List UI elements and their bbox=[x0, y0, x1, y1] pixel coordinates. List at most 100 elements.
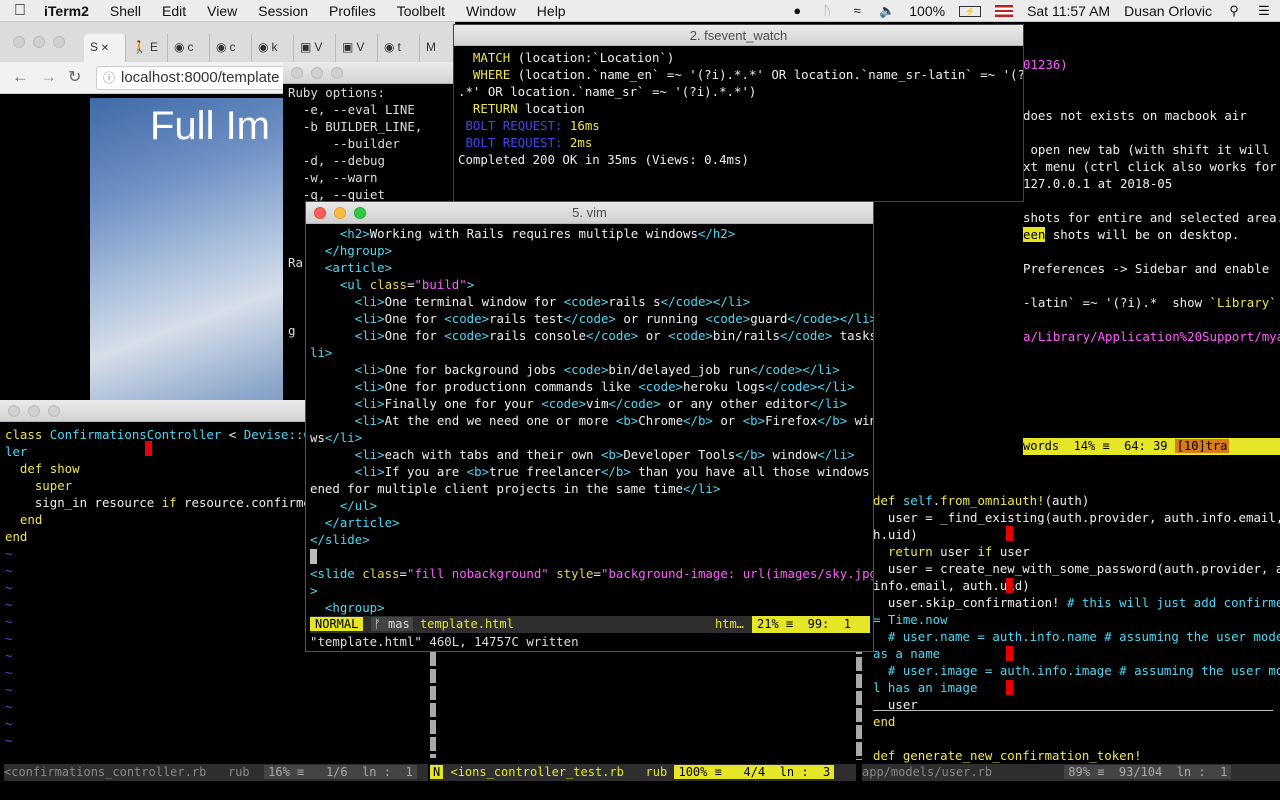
vim-minimize-button[interactable] bbox=[334, 207, 346, 219]
vim-line: <li>One for background jobs <code>bin/de… bbox=[310, 362, 840, 377]
notes-line: -latin` =~ '(?i).* show `Library` folder… bbox=[1023, 295, 1277, 310]
vim-close-button[interactable] bbox=[314, 207, 326, 219]
tab-label: c bbox=[229, 40, 236, 54]
vim-window[interactable]: 5. vim <h2>Working with Rails requires m… bbox=[305, 201, 874, 652]
cursor-marker bbox=[145, 441, 152, 456]
tab-strip: S ✕ 🚶 E ◉ c ◉ c ◉ k ▣ V ▣ V ◉ t M bbox=[0, 22, 455, 62]
notes-line bbox=[1023, 311, 1280, 328]
vim-line: </article> bbox=[310, 515, 400, 530]
notes-line: xt menu (ctrl click also works for bbox=[1023, 159, 1277, 174]
spotlight-icon[interactable]: ⚲ bbox=[1226, 4, 1242, 18]
menu-toolbelt[interactable]: Toolbelt bbox=[397, 3, 445, 19]
browser-tab[interactable]: ▣ V bbox=[336, 34, 378, 62]
split-divider[interactable] bbox=[430, 652, 436, 758]
menu-window[interactable]: Window bbox=[466, 3, 516, 19]
fsevent-line: MATCH (location:`Location`) bbox=[458, 50, 675, 65]
browser-tab[interactable]: ◉ k bbox=[252, 34, 294, 62]
menu-profiles[interactable]: Profiles bbox=[329, 3, 376, 19]
user-model-line: = Time.now bbox=[873, 612, 948, 627]
battery-icon[interactable]: ⚡ bbox=[959, 5, 982, 17]
vim-line: <li>At the end we need one or more <b>Ch… bbox=[310, 413, 873, 428]
tab-label: t bbox=[397, 40, 401, 54]
vim-line: <hgroup> bbox=[310, 600, 385, 615]
empty-line-marker: ~ bbox=[5, 733, 13, 748]
vim-line: <li>One for <code>rails console</code> o… bbox=[310, 328, 873, 343]
zoom-button[interactable] bbox=[53, 36, 65, 48]
user-model-line: return user if user bbox=[873, 544, 1030, 559]
forward-icon[interactable]: → bbox=[40, 67, 57, 87]
browser-tab[interactable]: ◉ c bbox=[168, 34, 210, 62]
notes-line bbox=[1023, 73, 1280, 90]
vim-zoom-button[interactable] bbox=[354, 207, 366, 219]
vim-line: <li>One for <code>rails test</code> or r… bbox=[310, 311, 873, 326]
fsevent-line: BOLT REQUEST: 2ms bbox=[458, 135, 593, 150]
empty-line-marker: ~ bbox=[5, 665, 13, 680]
notes-statusline: words 14% ≡ 64: 39 [10]tra bbox=[1023, 438, 1280, 455]
vim-line: </hgroup> bbox=[310, 243, 393, 258]
volume-icon[interactable]: 🔈 bbox=[879, 4, 895, 18]
notification-center-icon[interactable]: ☰ bbox=[1256, 4, 1272, 18]
menu-shell[interactable]: Shell bbox=[110, 3, 141, 19]
skype-icon[interactable]: ● bbox=[789, 4, 805, 18]
tab-close-icon[interactable]: ✕ bbox=[98, 43, 109, 54]
slide-heading: Full Im bbox=[150, 104, 270, 148]
vim-line: li> bbox=[310, 345, 333, 360]
vim-statusline: NORMAL ᚠ mas template.html htm… 21% ≡ 99: … bbox=[310, 616, 870, 633]
tab-favicon-icon: 🚶 bbox=[132, 40, 147, 54]
apple-icon[interactable]:  bbox=[14, 2, 26, 20]
menu-help[interactable]: Help bbox=[537, 3, 566, 19]
close-button[interactable] bbox=[13, 36, 25, 48]
menu-edit[interactable]: Edit bbox=[162, 3, 186, 19]
clock[interactable]: Sat 11:57 AM bbox=[1027, 3, 1110, 19]
notes-line: een shots will be on desktop. bbox=[1023, 227, 1240, 242]
user-model-line: def generate_new_confirmation_token! bbox=[873, 748, 1142, 763]
menu-app-name[interactable]: iTerm2 bbox=[44, 3, 89, 19]
browser-tab[interactable]: S ✕ bbox=[84, 34, 126, 62]
user-model-pane[interactable]: def self.from_omniauth!(auth) user = _fi… bbox=[856, 490, 1280, 800]
vim-line: <li>Finally one for your <code>vim</code… bbox=[310, 396, 848, 411]
vim-buffer[interactable]: <h2>Working with Rails requires multiple… bbox=[310, 225, 873, 621]
vim-line: <ul class="build"> bbox=[310, 277, 475, 292]
user-model-line: l has an image bbox=[873, 680, 978, 695]
user-model-line: h.uid) bbox=[873, 527, 918, 542]
empty-line-marker: ~ bbox=[5, 716, 13, 731]
fsevent-line: WHERE (location.`name_en` =~ '(?i).*.*' … bbox=[458, 67, 1024, 82]
vim-line: <li>One terminal window for <code>rails … bbox=[310, 294, 751, 309]
menu-session[interactable]: Session bbox=[258, 3, 308, 19]
test-pane[interactable]: N <ions_controller_test.rb rub 100% ≡ 4/… bbox=[430, 640, 856, 800]
vim-cursor bbox=[310, 549, 317, 564]
tab-favicon-icon: ◉ bbox=[174, 40, 185, 54]
menu-view[interactable]: View bbox=[207, 3, 237, 19]
notes-line: does not exists on macbook air bbox=[1023, 108, 1247, 123]
browser-tab[interactable]: M bbox=[420, 34, 455, 62]
tab-favicon-icon: ▣ bbox=[342, 40, 354, 54]
test-statusline: N <ions_controller_test.rb rub 100% ≡ 4/… bbox=[430, 764, 856, 781]
flag-icon[interactable] bbox=[995, 5, 1014, 17]
browser-tab[interactable]: 🚶 E bbox=[126, 34, 168, 62]
bluetooth-icon[interactable]: ᚢ bbox=[819, 4, 835, 18]
user-model-line: # user.name = auth.info.name # assuming … bbox=[873, 629, 1280, 644]
browser-tab[interactable]: ◉ c bbox=[210, 34, 252, 62]
tab-favicon-icon: M bbox=[426, 40, 436, 54]
browser-tab[interactable]: ▣ V bbox=[294, 34, 336, 62]
vim-line: ened for multiple client projects in the… bbox=[310, 481, 721, 496]
notes-line: open new tab (with shift it will bbox=[1023, 142, 1270, 157]
notes-line: 01236) bbox=[1023, 57, 1068, 72]
notes-line bbox=[1023, 243, 1280, 260]
notes-text: 01236) does not exists on macbook air ope… bbox=[1023, 22, 1280, 462]
reload-icon[interactable]: ↻ bbox=[68, 67, 81, 87]
user-model-statusline: app/models/user.rb 89% ≡ 93/104 ln : 1 bbox=[862, 764, 1280, 781]
tab-label: V bbox=[314, 40, 323, 54]
fsevent-terminal[interactable]: 2. fsevent_watch MATCH (location:`Locati… bbox=[453, 24, 1024, 202]
tab-favicon-icon: ◉ bbox=[216, 40, 227, 54]
tab-favicon-icon: ◉ bbox=[258, 40, 269, 54]
notes-line: a/Library/Application%20Support/myap bbox=[1023, 329, 1280, 344]
minimize-button[interactable] bbox=[33, 36, 45, 48]
vim-line: <article> bbox=[310, 260, 393, 275]
vim-line: <li>One for productionn commands like <c… bbox=[310, 379, 855, 394]
notes-terminal-pane[interactable]: 01236) does not exists on macbook air ope… bbox=[1018, 22, 1280, 462]
wifi-icon[interactable]: ≈ bbox=[849, 4, 865, 18]
browser-tab[interactable]: ◉ t bbox=[378, 34, 420, 62]
user-name[interactable]: Dusan Orlovic bbox=[1124, 3, 1212, 19]
back-icon[interactable]: ← bbox=[12, 67, 29, 87]
